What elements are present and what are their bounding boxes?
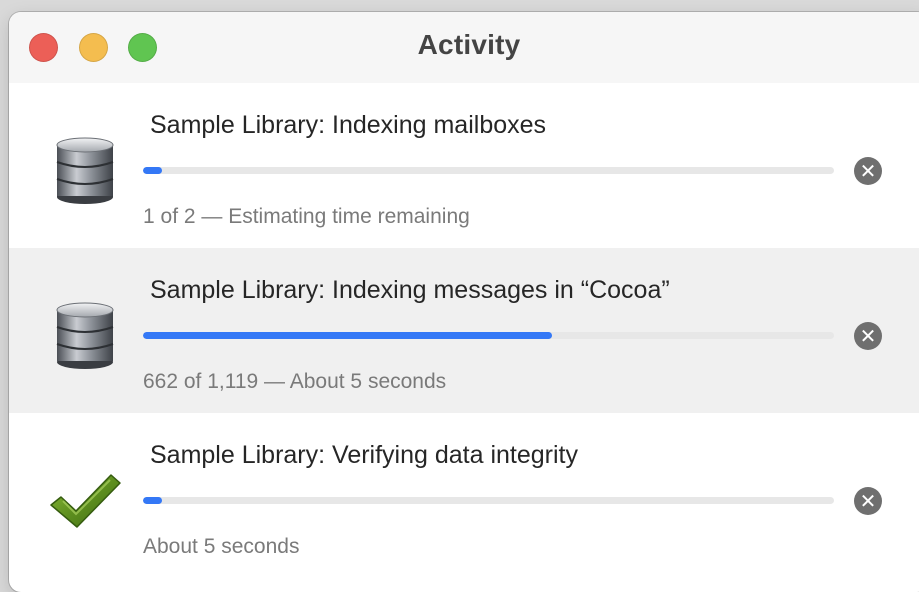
database-icon <box>56 137 114 204</box>
progress-bar <box>143 497 834 504</box>
close-icon: ✕ <box>859 159 877 183</box>
checkmark-icon <box>50 474 121 528</box>
task-row-indexing-messages: Sample Library: Indexing messages in “Co… <box>9 248 919 413</box>
stop-task-button[interactable]: ✕ <box>854 322 882 350</box>
close-icon: ✕ <box>859 324 877 348</box>
activity-window: Activity Sample Library: Indexing mailbo… <box>9 12 919 592</box>
task-title: Sample Library: Indexing messages in “Co… <box>150 276 670 304</box>
title-bar: Activity <box>9 12 919 84</box>
progress-fill <box>143 167 162 174</box>
task-title: Sample Library: Verifying data integrity <box>150 441 578 469</box>
close-icon: ✕ <box>859 489 877 513</box>
task-status: 662 of 1,119 — About 5 seconds <box>143 370 447 393</box>
task-status: About 5 seconds <box>143 535 300 558</box>
progress-fill <box>143 332 553 339</box>
database-icon <box>56 302 114 369</box>
task-title: Sample Library: Indexing mailboxes <box>150 111 547 139</box>
task-status: 1 of 2 — Estimating time remaining <box>143 205 470 228</box>
task-row-verifying-integrity: Sample Library: Verifying data integrity… <box>9 413 919 578</box>
window-title: Activity <box>417 29 521 60</box>
progress-bar <box>143 332 834 339</box>
progress-fill <box>143 497 162 504</box>
progress-bar <box>143 167 834 174</box>
task-row-indexing-mailboxes: Sample Library: Indexing mailboxes ✕ 1 o… <box>9 83 919 248</box>
stop-task-button[interactable]: ✕ <box>854 487 882 515</box>
stop-task-button[interactable]: ✕ <box>854 157 882 185</box>
